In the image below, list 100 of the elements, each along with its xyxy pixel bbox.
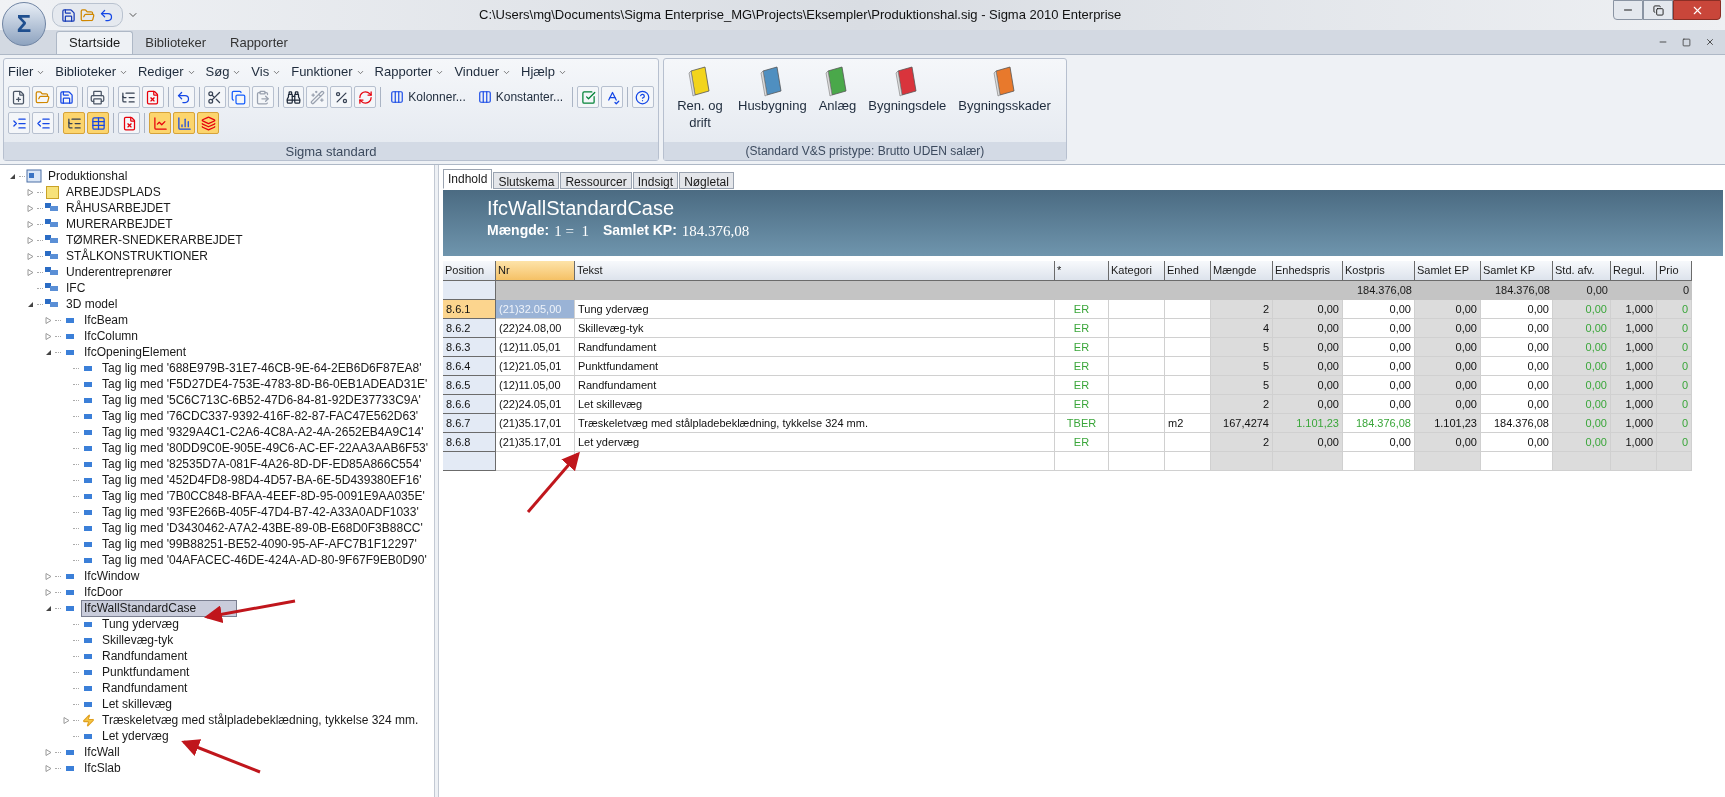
tree-item[interactable]: Tag lig med '688E979B-31E7-46CB-9E-64-2EB6D6F87EA8' [99, 359, 425, 377]
tree-item[interactable]: STÅLKONSTRUKTIONER [63, 247, 212, 265]
tree-item[interactable]: Tag lig med '452D4FD8-98D4-4D57-BA-6E-5D439380EF16' [99, 471, 425, 489]
tree-item[interactable]: IfcBeam [81, 311, 131, 329]
toolbar-button[interactable]: Kolonner... [385, 86, 471, 108]
menu-button[interactable]: Funktioner [291, 62, 365, 82]
tree-item[interactable]: Punktfundament [99, 663, 193, 681]
tree-item[interactable]: ARBEJDSPLADS [63, 183, 164, 201]
tree-item[interactable]: Tag lig med '80DD9C0E-905E-49C6-AC-EF-22AA3AAB6F53' [99, 439, 432, 457]
expanded-arrow-icon[interactable] [44, 604, 52, 612]
collapsed-arrow-icon[interactable] [62, 716, 70, 724]
tree-item[interactable]: Let skillevæg [99, 695, 176, 713]
tree-item[interactable]: Skillevæg-tyk [99, 631, 177, 649]
collapsed-arrow-icon[interactable] [44, 316, 52, 324]
toolbar-button[interactable]: Konstanter... [472, 86, 569, 108]
library-button[interactable]: Husbygning [738, 65, 807, 114]
column-header[interactable]: Kostpris [1343, 261, 1415, 281]
tree-item[interactable]: Tag lig med '93FE266B-405F-47D4-B7-42-A33A0ADF1033' [99, 503, 422, 521]
expanded-arrow-icon[interactable] [26, 300, 34, 308]
library-button[interactable]: Bygningsdele [868, 65, 947, 114]
collapsed-arrow-icon[interactable] [26, 268, 34, 276]
toolbar-button[interactable] [601, 86, 623, 108]
ribbon-tab[interactable]: Biblioteker [133, 31, 218, 54]
menu-button[interactable]: Rediger [138, 62, 196, 82]
undo-icon[interactable] [99, 7, 114, 23]
tree-item[interactable]: Randfundament [99, 679, 191, 697]
toolbar-button[interactable] [117, 86, 140, 108]
tree-item[interactable]: IFC [63, 279, 89, 297]
toolbar-button[interactable] [203, 86, 226, 108]
collapsed-arrow-icon[interactable] [44, 572, 52, 580]
tree-item[interactable]: Let ydervæg [99, 727, 172, 745]
tree-item[interactable]: Tung ydervæg [99, 615, 182, 633]
collapsed-arrow-icon[interactable] [26, 204, 34, 212]
collapsed-arrow-icon[interactable] [26, 220, 34, 228]
toolbar-button[interactable] [86, 86, 109, 108]
expanded-arrow-icon[interactable] [8, 172, 16, 180]
tree-item[interactable]: Tag lig med 'F5D27DE4-753E-4783-8D-B6-0EB1ADEAD31E' [99, 375, 431, 393]
tree-item[interactable]: IfcColumn [81, 327, 142, 345]
collapsed-arrow-icon[interactable] [44, 764, 52, 772]
toolbar-button[interactable] [282, 86, 305, 108]
column-header[interactable]: * [1055, 261, 1109, 281]
tree-item[interactable]: Tag lig med '5C6C713C-6B52-47D6-84-81-92DE37733C9A' [99, 391, 424, 409]
content-tab[interactable]: Indhold [443, 169, 493, 189]
menu-button[interactable]: Vis [251, 62, 282, 82]
tree-item[interactable]: Produktionshal [45, 167, 131, 185]
tree-item[interactable]: Underentreprenører [63, 263, 176, 281]
tree-item[interactable]: RÅHUSARBEJDET [63, 199, 174, 217]
expanded-arrow-icon[interactable] [44, 348, 52, 356]
toolbar-button[interactable] [8, 86, 30, 108]
column-header[interactable]: Position [443, 261, 496, 281]
column-header[interactable]: Samlet KP [1481, 261, 1553, 281]
tree-item[interactable]: Tag lig med '7B0CC848-BFAA-4EEF-8D-95-0091E9AA035E' [99, 487, 428, 505]
restore-icon[interactable] [1682, 37, 1691, 47]
column-header[interactable]: Enhedspris [1273, 261, 1343, 281]
column-header[interactable]: Mængde [1211, 261, 1273, 281]
toolbar-button[interactable] [330, 86, 353, 108]
collapsed-arrow-icon[interactable] [26, 236, 34, 244]
column-header[interactable]: Nr [496, 261, 575, 281]
tree-item[interactable]: TØMRER-SNEDKERARBEJDET [63, 231, 246, 249]
minimize-button[interactable] [1613, 0, 1643, 20]
column-header[interactable]: Enhed [1165, 261, 1211, 281]
content-tab[interactable]: Nøgletal [679, 172, 734, 189]
close-button[interactable] [1673, 0, 1721, 20]
tree-item[interactable]: 3D model [63, 295, 121, 313]
toolbar-button[interactable] [8, 112, 30, 134]
collapsed-arrow-icon[interactable] [44, 332, 52, 340]
menu-button[interactable]: Vinduer [454, 62, 511, 82]
column-header[interactable]: Kategori [1109, 261, 1165, 281]
tree-item[interactable]: IfcWall [81, 743, 123, 761]
content-tab[interactable]: Indsigt [632, 172, 679, 189]
tree-item[interactable]: IfcWallStandardCase [81, 599, 238, 617]
close-icon[interactable] [1705, 37, 1715, 47]
ribbon-tab[interactable]: Rapporter [218, 31, 300, 54]
library-button[interactable]: Ren. og drift [674, 65, 726, 131]
tree-item[interactable]: Tag lig med '82535D7A-081F-4A26-8D-DF-ED85A866C554' [99, 455, 425, 473]
column-header[interactable]: Tekst [575, 261, 1055, 281]
menu-button[interactable]: Filer [8, 62, 46, 82]
tree-item[interactable]: IfcOpeningElement [81, 343, 190, 361]
tree-item[interactable]: MURERARBEJDET [63, 215, 176, 233]
collapsed-arrow-icon[interactable] [26, 252, 34, 260]
save-icon[interactable] [61, 7, 76, 23]
column-header[interactable]: Regul. [1611, 261, 1657, 281]
content-tab[interactable]: Slutskema [493, 172, 560, 189]
tree-item[interactable]: IfcSlab [81, 759, 124, 777]
toolbar-button[interactable] [172, 86, 195, 108]
collapsed-arrow-icon[interactable] [44, 748, 52, 756]
menu-button[interactable]: Hjælp [521, 62, 567, 82]
tree-item[interactable]: Tag lig med '04AFACEC-46DE-424A-AD-80-9F67F9EB0D90' [99, 551, 430, 569]
tree-item[interactable]: Tag lig med '99B88251-BE52-4090-95-AF-AFC7B1F12297' [99, 535, 420, 553]
menu-button[interactable]: Søg [205, 62, 242, 82]
tree-item[interactable]: Træskeletvæg med stålpladebeklædning, tykkelse 324 mm. [99, 711, 422, 729]
collapsed-arrow-icon[interactable] [26, 188, 34, 196]
library-button[interactable]: Bygningsskader [958, 65, 1051, 114]
menu-button[interactable]: Biblioteker [55, 62, 128, 82]
collapsed-arrow-icon[interactable] [44, 588, 52, 596]
toolbar-button[interactable] [632, 86, 654, 108]
content-tab[interactable]: Ressourcer [560, 172, 632, 189]
library-button[interactable]: Anlæg [818, 65, 857, 114]
restore-button[interactable] [1643, 0, 1673, 20]
tree-item[interactable]: Tag lig med '76CDC337-9392-416F-82-87-FAC47E562D63' [99, 407, 422, 425]
